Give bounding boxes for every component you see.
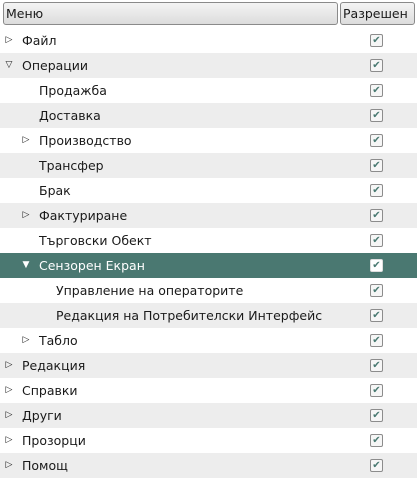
tree-row[interactable]: ▼ Сензорен Екран ✔ (0, 253, 417, 278)
row-label: Сензорен Екран (39, 258, 145, 273)
tree-row[interactable]: Търговски Обект ✔ (0, 228, 417, 253)
allowed-checkbox[interactable]: ✔ (370, 159, 383, 172)
tree-row[interactable]: Редакция на Потребителски Интерфейс ✔ (0, 303, 417, 328)
row-label: Производство (39, 133, 132, 148)
allowed-checkbox[interactable]: ✔ (370, 209, 383, 222)
tree-row[interactable]: Доставка ✔ (0, 103, 417, 128)
expander-expanded-icon[interactable]: ▽ (4, 53, 14, 78)
tree-row[interactable]: ▷ Справки ✔ (0, 378, 417, 403)
tree-row[interactable]: Трансфер ✔ (0, 153, 417, 178)
row-label: Продажба (39, 83, 107, 98)
column-header-menu[interactable]: Меню (3, 2, 338, 25)
row-label: Трансфер (39, 158, 104, 173)
expander-expanded-icon[interactable]: ▼ (21, 253, 31, 278)
allowed-checkbox[interactable]: ✔ (370, 34, 383, 47)
allowed-checkbox[interactable]: ✔ (370, 84, 383, 97)
allowed-checkbox[interactable]: ✔ (370, 259, 383, 272)
row-label: Търговски Обект (39, 233, 152, 248)
tree-row[interactable]: ▷ Табло ✔ (0, 328, 417, 353)
allowed-checkbox[interactable]: ✔ (370, 134, 383, 147)
row-label: Операции (22, 58, 89, 73)
tree-row[interactable]: ▷ Помощ ✔ (0, 453, 417, 478)
tree-row[interactable]: ▽ Операции ✔ (0, 53, 417, 78)
row-label: Табло (39, 333, 78, 348)
expander-collapsed-icon[interactable]: ▷ (4, 453, 14, 478)
tree-row[interactable]: ▷ Файл ✔ (0, 28, 417, 53)
tree-row[interactable]: ▷ Фактуриране ✔ (0, 203, 417, 228)
row-label: Други (22, 408, 62, 423)
row-label: Редакция на Потребителски Интерфейс (56, 308, 323, 323)
tree-row[interactable]: Продажба ✔ (0, 78, 417, 103)
row-label: Помощ (22, 458, 68, 473)
expander-collapsed-icon[interactable]: ▷ (21, 203, 31, 228)
allowed-checkbox[interactable]: ✔ (370, 459, 383, 472)
allowed-checkbox[interactable]: ✔ (370, 384, 383, 397)
tree-row[interactable]: ▷ Други ✔ (0, 403, 417, 428)
allowed-checkbox[interactable]: ✔ (370, 409, 383, 422)
row-label: Фактуриране (39, 208, 128, 223)
allowed-checkbox[interactable]: ✔ (370, 434, 383, 447)
row-label: Редакция (22, 358, 86, 373)
tree-row[interactable]: ▷ Редакция ✔ (0, 353, 417, 378)
tree-row[interactable]: ▷ Прозорци ✔ (0, 428, 417, 453)
tree-row[interactable]: Управление на операторите ✔ (0, 278, 417, 303)
expander-collapsed-icon[interactable]: ▷ (4, 428, 14, 453)
expander-collapsed-icon[interactable]: ▷ (4, 403, 14, 428)
row-label: Файл (22, 33, 57, 48)
allowed-checkbox[interactable]: ✔ (370, 234, 383, 247)
allowed-checkbox[interactable]: ✔ (370, 109, 383, 122)
row-label: Прозорци (22, 433, 86, 448)
allowed-checkbox[interactable]: ✔ (370, 309, 383, 322)
allowed-checkbox[interactable]: ✔ (370, 359, 383, 372)
column-header-allowed[interactable]: Разрешен (340, 2, 415, 25)
menu-tree: ▷ Файл ✔ ▽ Операции ✔ Продажба ✔ Доставка ✔ ▷ Произ… (0, 28, 417, 478)
row-label: Управление на операторите (56, 283, 244, 298)
tree-row[interactable]: Брак ✔ (0, 178, 417, 203)
tree-row[interactable]: ▷ Производство ✔ (0, 128, 417, 153)
expander-collapsed-icon[interactable]: ▷ (4, 28, 14, 53)
row-label: Брак (39, 183, 71, 198)
expander-collapsed-icon[interactable]: ▷ (4, 353, 14, 378)
allowed-checkbox[interactable]: ✔ (370, 184, 383, 197)
expander-collapsed-icon[interactable]: ▷ (4, 378, 14, 403)
expander-collapsed-icon[interactable]: ▷ (21, 128, 31, 153)
expander-collapsed-icon[interactable]: ▷ (21, 328, 31, 353)
allowed-checkbox[interactable]: ✔ (370, 334, 383, 347)
allowed-checkbox[interactable]: ✔ (370, 284, 383, 297)
row-label: Доставка (39, 108, 101, 123)
allowed-checkbox[interactable]: ✔ (370, 59, 383, 72)
row-label: Справки (22, 383, 78, 398)
